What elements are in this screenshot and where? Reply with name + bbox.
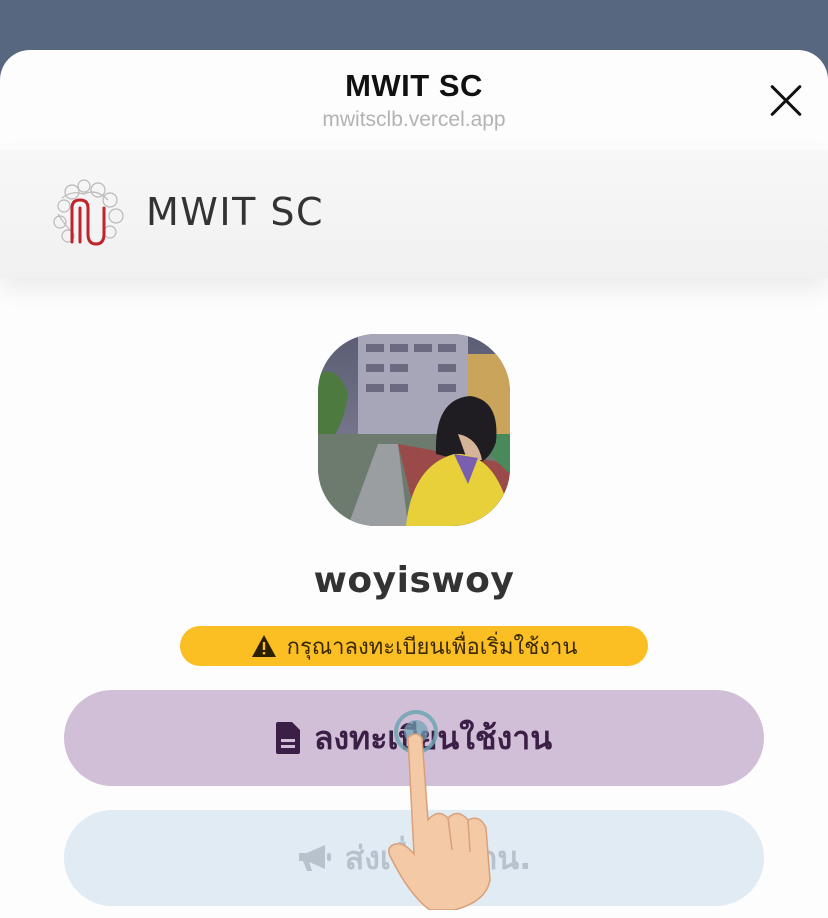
- document-icon: [275, 722, 300, 754]
- warning-text: กรุณาลงทะเบียนเพื่อเริ่มใช้งาน: [286, 634, 578, 660]
- sheet-url: mwitsclb.vercel.app: [322, 108, 506, 131]
- tap-hand-icon: [388, 710, 491, 910]
- sheet-title: MWIT SC: [345, 68, 483, 103]
- close-icon[interactable]: [768, 82, 804, 118]
- mwit-logo[interactable]: [50, 178, 128, 252]
- registration-warning-badge: กรุณาลงทะเบียนเพื่อเริ่มใช้งาน: [180, 626, 648, 666]
- brand-name: MWIT SC: [146, 190, 325, 234]
- site-header: MWIT SC: [0, 150, 828, 278]
- username: woyiswoy: [313, 560, 515, 601]
- megaphone-icon: [298, 845, 331, 871]
- warning-triangle-icon: [251, 635, 276, 657]
- bottom-sheet: MWIT SC mwitsclb.vercel.app MWIT SC woyi…: [0, 50, 828, 918]
- avatar: [318, 334, 510, 526]
